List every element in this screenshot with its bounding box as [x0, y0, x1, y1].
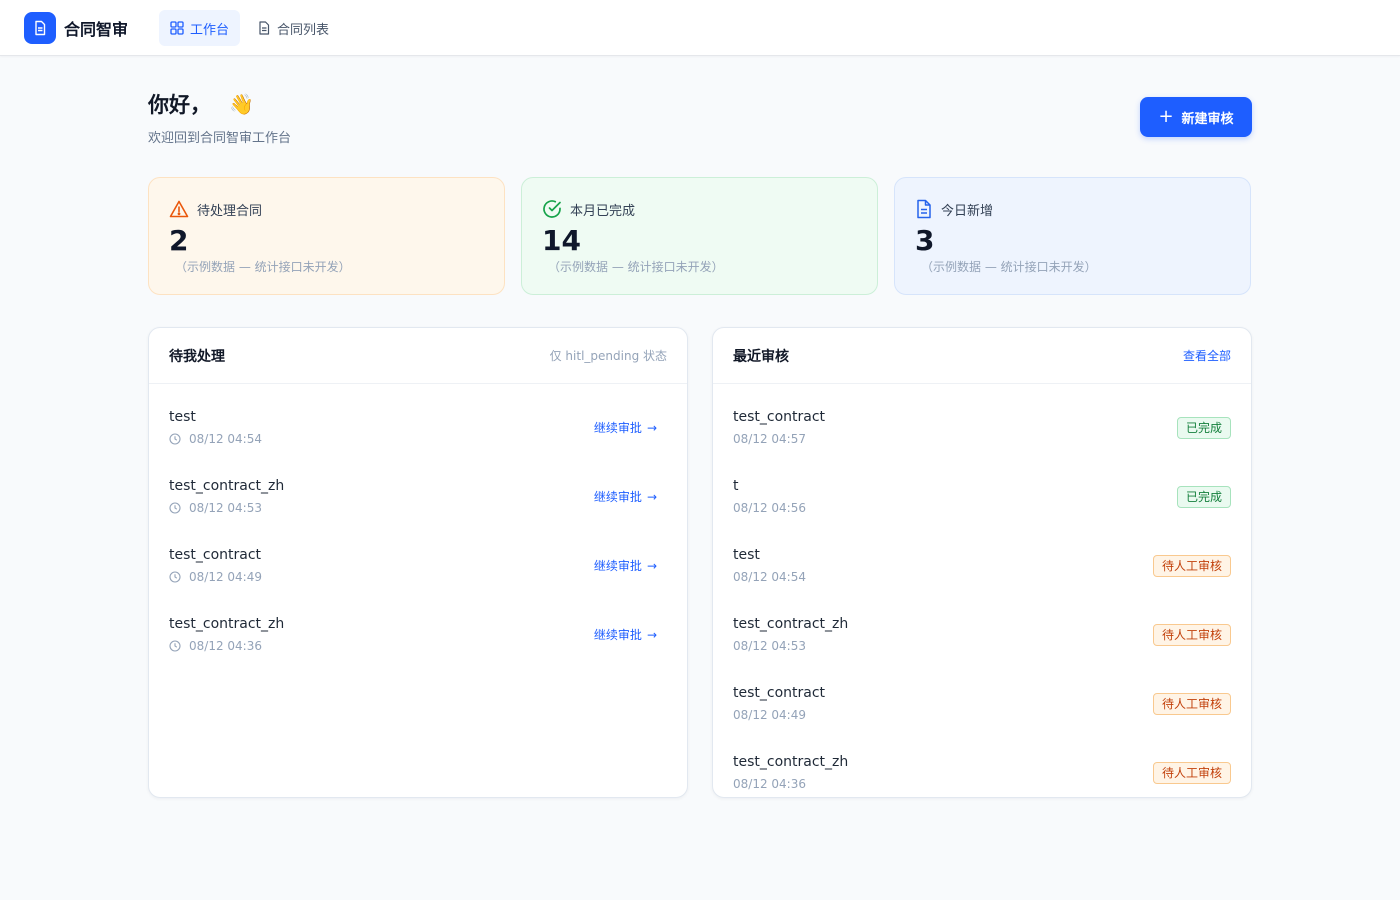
- clock-icon: [169, 571, 181, 583]
- stat-value: 2: [169, 224, 189, 257]
- list-item: test_contract_zh 08/12 04:53 继续审批 →: [149, 462, 687, 531]
- file-icon: [259, 21, 270, 35]
- list-item[interactable]: test_contract_zh 08/12 04:53 待人工审核: [713, 600, 1251, 669]
- tab-workbench[interactable]: 工作台: [159, 10, 241, 46]
- contract-name: test_contract_zh: [169, 478, 285, 494]
- contract-time: 08/12 04:53: [733, 639, 806, 653]
- contract-name: test: [733, 547, 760, 563]
- clock-icon: [169, 433, 181, 445]
- list-item[interactable]: t 08/12 04:56 已完成: [713, 462, 1251, 531]
- document-icon: [917, 199, 931, 219]
- pending-panel: 待我处理 仅 hitl_pending 状态 test 08/12 04:54 …: [148, 327, 688, 798]
- continue-approval-link[interactable]: 继续审批 →: [594, 419, 657, 436]
- panel-hint: 仅 hitl_pending 状态: [549, 349, 667, 363]
- stat-note: （示例数据 — 统计接口未开发）: [921, 260, 1097, 274]
- check-circle-icon: [543, 200, 561, 218]
- tab-contract-list[interactable]: 合同列表: [246, 10, 340, 46]
- new-review-label: 新建审核: [1181, 111, 1234, 127]
- arrow-right-icon: →: [646, 627, 657, 642]
- stat-card-pending: 待处理合同 2 （示例数据 — 统计接口未开发）: [148, 177, 505, 295]
- status-badge: 待人工审核: [1152, 554, 1231, 577]
- greeting-text: 你好，: [148, 93, 211, 117]
- status-badge: 待人工审核: [1152, 623, 1231, 646]
- action-label: 继续审批: [593, 559, 642, 573]
- clock-icon: [169, 640, 181, 652]
- stat-value: 14: [542, 224, 581, 257]
- contract-name: test_contract_zh: [733, 616, 849, 632]
- contract-name: t: [733, 478, 739, 494]
- page-title: 你好， 👋: [148, 88, 291, 120]
- contract-name: test_contract_zh: [733, 754, 849, 770]
- stat-label: 待处理合同: [197, 203, 263, 219]
- stat-card-new-today: 今日新增 3 （示例数据 — 统计接口未开发）: [894, 177, 1251, 295]
- arrow-right-icon: →: [646, 489, 657, 504]
- new-review-button[interactable]: + 新建审核: [1140, 97, 1252, 137]
- list-item[interactable]: test_contract 08/12 04:49 待人工审核: [713, 669, 1251, 738]
- contract-time: 08/12 04:49: [733, 708, 806, 722]
- contract-time: 08/12 04:57: [733, 432, 806, 446]
- continue-approval-link[interactable]: 继续审批 →: [594, 626, 657, 643]
- action-label: 继续审批: [593, 490, 642, 504]
- continue-approval-link[interactable]: 继续审批 →: [594, 488, 657, 505]
- main-nav: 工作台 合同列表: [159, 10, 346, 46]
- contract-time: 08/12 04:54: [733, 570, 806, 584]
- contract-name: test_contract: [733, 409, 826, 425]
- stat-label: 本月已完成: [570, 203, 636, 219]
- status-badge: 待人工审核: [1152, 761, 1231, 784]
- top-bar: 合同智审 工作台 合同列表: [0, 0, 1400, 56]
- contract-name: test_contract: [169, 547, 262, 563]
- list-item: test_contract 08/12 04:49 继续审批 →: [149, 531, 687, 600]
- contract-time: 08/12 04:53: [189, 501, 262, 515]
- recent-panel: 最近审核 查看全部 test_contract 08/12 04:57 已完成 …: [712, 327, 1252, 798]
- stat-label: 今日新增: [941, 203, 994, 219]
- contract-time: 08/12 04:36: [733, 777, 806, 791]
- arrow-right-icon: →: [646, 420, 657, 435]
- clock-icon: [169, 502, 181, 514]
- page-subtitle: 欢迎回到合同智审工作台: [148, 131, 292, 146]
- tab-label: 合同列表: [277, 22, 330, 38]
- arrow-right-icon: →: [646, 558, 657, 573]
- status-badge: 待人工审核: [1152, 692, 1231, 715]
- plus-icon: +: [1158, 106, 1174, 127]
- contract-name: test: [169, 409, 196, 425]
- grid-icon: [170, 21, 184, 35]
- document-icon: [24, 12, 56, 44]
- list-item: test 08/12 04:54 继续审批 →: [149, 393, 687, 462]
- list-item[interactable]: test_contract 08/12 04:57 已完成: [713, 393, 1251, 462]
- stat-value: 3: [915, 224, 935, 257]
- stat-card-completed: 本月已完成 14 （示例数据 — 统计接口未开发）: [521, 177, 878, 295]
- panel-title: 待我处理: [169, 348, 225, 365]
- contract-time: 08/12 04:49: [189, 570, 262, 584]
- brand[interactable]: 合同智审: [24, 12, 128, 44]
- warning-icon: [169, 200, 189, 218]
- action-label: 继续审批: [593, 421, 642, 435]
- contract-time: 08/12 04:56: [733, 501, 806, 515]
- view-all-link[interactable]: 查看全部: [1183, 347, 1231, 364]
- app-title: 合同智审: [64, 20, 129, 39]
- tab-label: 工作台: [190, 22, 230, 38]
- contract-name: test_contract: [733, 685, 826, 701]
- status-badge: 已完成: [1176, 416, 1231, 439]
- contract-name: test_contract_zh: [169, 616, 285, 632]
- stat-note: （示例数据 — 统计接口未开发）: [175, 260, 351, 274]
- continue-approval-link[interactable]: 继续审批 →: [594, 557, 657, 574]
- status-badge: 已完成: [1176, 485, 1231, 508]
- waving-hand-icon: 👋: [229, 92, 254, 116]
- list-item[interactable]: test 08/12 04:54 待人工审核: [713, 531, 1251, 600]
- list-item: test_contract_zh 08/12 04:36 继续审批 →: [149, 600, 687, 669]
- list-item[interactable]: test_contract_zh 08/12 04:36 待人工审核: [713, 738, 1251, 807]
- greeting-header: 你好， 👋 欢迎回到合同智审工作台: [148, 88, 291, 146]
- contract-time: 08/12 04:54: [189, 432, 262, 446]
- panel-title: 最近审核: [733, 348, 789, 365]
- contract-time: 08/12 04:36: [189, 639, 262, 653]
- stat-note: （示例数据 — 统计接口未开发）: [548, 260, 724, 274]
- action-label: 继续审批: [593, 628, 642, 642]
